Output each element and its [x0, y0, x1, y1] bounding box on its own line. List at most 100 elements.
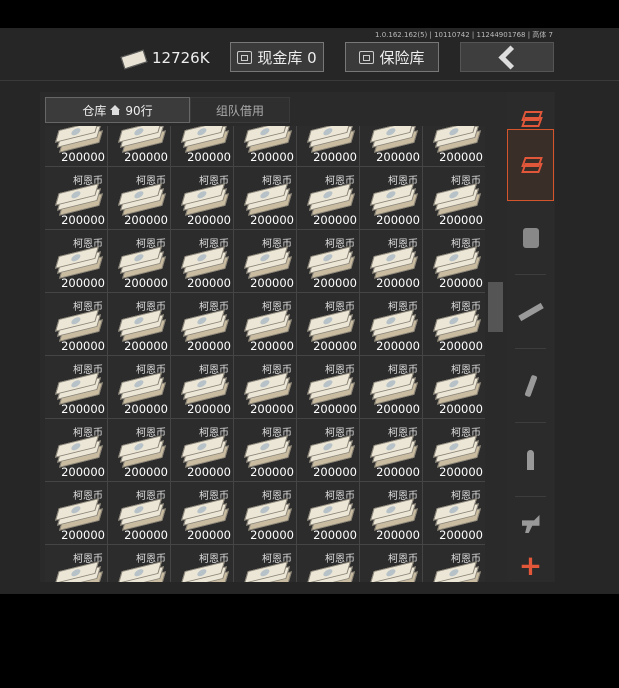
- inventory-slot[interactable]: 柯恩币200000: [234, 545, 297, 582]
- category-grip[interactable]: [507, 498, 554, 550]
- category-rifle[interactable]: [507, 276, 554, 348]
- cash-stack-icon: [55, 183, 103, 216]
- cash-stack-icon: [433, 309, 481, 342]
- inventory-slot[interactable]: 柯恩币200000: [297, 545, 360, 582]
- inventory-slot[interactable]: 柯恩币200000: [108, 167, 171, 230]
- inventory-grid-viewport[interactable]: 柯恩币200000柯恩币200000柯恩币200000柯恩币200000柯恩币2…: [45, 126, 485, 582]
- inventory-slot[interactable]: 柯恩币200000: [171, 482, 234, 545]
- inventory-slot[interactable]: 柯恩币200000: [423, 482, 485, 545]
- inventory-slot[interactable]: 柯恩币200000: [423, 126, 485, 167]
- inventory-slot[interactable]: 柯恩币200000: [45, 419, 108, 482]
- cash-stack-icon: [55, 246, 103, 279]
- inventory-slot[interactable]: 柯恩币200000: [45, 482, 108, 545]
- item-quantity: 200000: [376, 276, 420, 290]
- inventory-slot[interactable]: 柯恩币200000: [360, 545, 423, 582]
- currency-value: 12726K: [152, 49, 210, 67]
- inventory-slot[interactable]: 柯恩币200000: [45, 230, 108, 293]
- inventory-slot[interactable]: 柯恩币200000: [234, 167, 297, 230]
- inventory-slot[interactable]: 柯恩币200000: [45, 293, 108, 356]
- category-magazine[interactable]: [507, 350, 554, 422]
- cash-stack-icon: [181, 126, 229, 153]
- item-quantity: 200000: [250, 402, 294, 416]
- inventory-slot[interactable]: 柯恩币200000: [45, 356, 108, 419]
- cash-stack-icon: [370, 435, 418, 468]
- category-armor[interactable]: [507, 202, 554, 274]
- category-all-items[interactable]: [507, 129, 554, 201]
- cash-stack-icon: [244, 561, 292, 582]
- inventory-slot[interactable]: 柯恩币200000: [360, 419, 423, 482]
- safe-label: 保险库: [379, 48, 425, 67]
- inventory-slot[interactable]: 柯恩币200000: [108, 356, 171, 419]
- inventory-slot[interactable]: 柯恩币200000: [108, 126, 171, 167]
- cash-stack-icon: [118, 435, 166, 468]
- item-quantity: 200000: [187, 339, 231, 353]
- item-quantity: 200000: [61, 213, 105, 227]
- scrollbar-thumb[interactable]: [488, 282, 503, 332]
- inventory-slot[interactable]: 柯恩币200000: [171, 167, 234, 230]
- inventory-slot[interactable]: 柯恩币200000: [108, 419, 171, 482]
- inventory-slot[interactable]: 柯恩币200000: [171, 356, 234, 419]
- inventory-slot[interactable]: 柯恩币200000: [423, 293, 485, 356]
- item-quantity: 200000: [250, 150, 294, 164]
- inventory-panel: 仓库 90行 组队借用 柯恩币200000柯恩币200000柯恩币200000柯…: [40, 92, 555, 582]
- item-quantity: 200000: [250, 465, 294, 479]
- inventory-slot[interactable]: 柯恩币200000: [297, 356, 360, 419]
- inventory-slot[interactable]: 柯恩币200000: [234, 126, 297, 167]
- inventory-slot[interactable]: 柯恩币200000: [360, 126, 423, 167]
- inventory-slot[interactable]: 柯恩币200000: [171, 419, 234, 482]
- item-quantity: 200000: [61, 465, 105, 479]
- inventory-slot[interactable]: 柯恩币200000: [108, 293, 171, 356]
- cash-stack-icon: [433, 372, 481, 405]
- inventory-slot[interactable]: 柯恩币200000: [234, 419, 297, 482]
- inventory-slot[interactable]: 柯恩币200000: [297, 230, 360, 293]
- inventory-slot[interactable]: 柯恩币200000: [360, 482, 423, 545]
- item-quantity: 200000: [124, 465, 168, 479]
- inventory-slot[interactable]: 柯恩币200000: [297, 126, 360, 167]
- cash-stack-icon: [244, 246, 292, 279]
- inventory-slot[interactable]: 柯恩币200000: [360, 167, 423, 230]
- inventory-slot[interactable]: 柯恩币200000: [45, 545, 108, 582]
- inventory-slot[interactable]: 柯恩币200000: [171, 293, 234, 356]
- inventory-slot[interactable]: 柯恩币200000: [45, 167, 108, 230]
- item-quantity: 200000: [439, 402, 483, 416]
- inventory-slot[interactable]: 柯恩币200000: [423, 230, 485, 293]
- inventory-slot[interactable]: 柯恩币200000: [234, 293, 297, 356]
- inventory-slot[interactable]: 柯恩币200000: [423, 419, 485, 482]
- safe-button[interactable]: 保险库: [345, 42, 439, 72]
- sidebar-divider: [515, 348, 546, 349]
- inventory-slot[interactable]: 柯恩币200000: [297, 167, 360, 230]
- scrollbar-track[interactable]: [489, 126, 496, 582]
- inventory-slot[interactable]: 柯恩币200000: [234, 356, 297, 419]
- inventory-slot[interactable]: 柯恩币200000: [234, 230, 297, 293]
- inventory-slot[interactable]: 柯恩币200000: [360, 230, 423, 293]
- cash-stack-icon: [370, 561, 418, 582]
- chevron-left-icon: [497, 44, 523, 70]
- inventory-slot[interactable]: 柯恩币200000: [360, 356, 423, 419]
- add-button[interactable]: +: [507, 550, 554, 582]
- inventory-slot[interactable]: 柯恩币200000: [297, 293, 360, 356]
- inventory-slot[interactable]: 柯恩币200000: [297, 419, 360, 482]
- inventory-slot[interactable]: 柯恩币200000: [423, 545, 485, 582]
- cash-stack-icon: [370, 309, 418, 342]
- inventory-slot[interactable]: 柯恩币200000: [234, 482, 297, 545]
- inventory-slot[interactable]: 柯恩币200000: [108, 230, 171, 293]
- inventory-slot[interactable]: 柯恩币200000: [297, 482, 360, 545]
- category-ammo[interactable]: [507, 424, 554, 496]
- inventory-slot[interactable]: 柯恩币200000: [171, 545, 234, 582]
- inventory-slot[interactable]: 柯恩币200000: [171, 126, 234, 167]
- cash-stack-icon: [55, 435, 103, 468]
- inventory-slot[interactable]: 柯恩币200000: [360, 293, 423, 356]
- inventory-slot[interactable]: 柯恩币200000: [108, 545, 171, 582]
- tab-team-borrow[interactable]: 组队借用: [190, 97, 290, 123]
- cash-vault-button[interactable]: 现金库 0: [230, 42, 324, 72]
- inventory-slot[interactable]: 柯恩币200000: [423, 167, 485, 230]
- inventory-slot[interactable]: 柯恩币200000: [108, 482, 171, 545]
- back-button[interactable]: [460, 42, 554, 72]
- tab-warehouse[interactable]: 仓库 90行: [45, 97, 190, 123]
- inventory-slot[interactable]: 柯恩币200000: [45, 126, 108, 167]
- inventory-slot[interactable]: 柯恩币200000: [171, 230, 234, 293]
- inventory-slot[interactable]: 柯恩币200000: [423, 356, 485, 419]
- safe-icon: [359, 50, 375, 64]
- item-quantity: 200000: [376, 528, 420, 542]
- money-icon: [120, 51, 146, 65]
